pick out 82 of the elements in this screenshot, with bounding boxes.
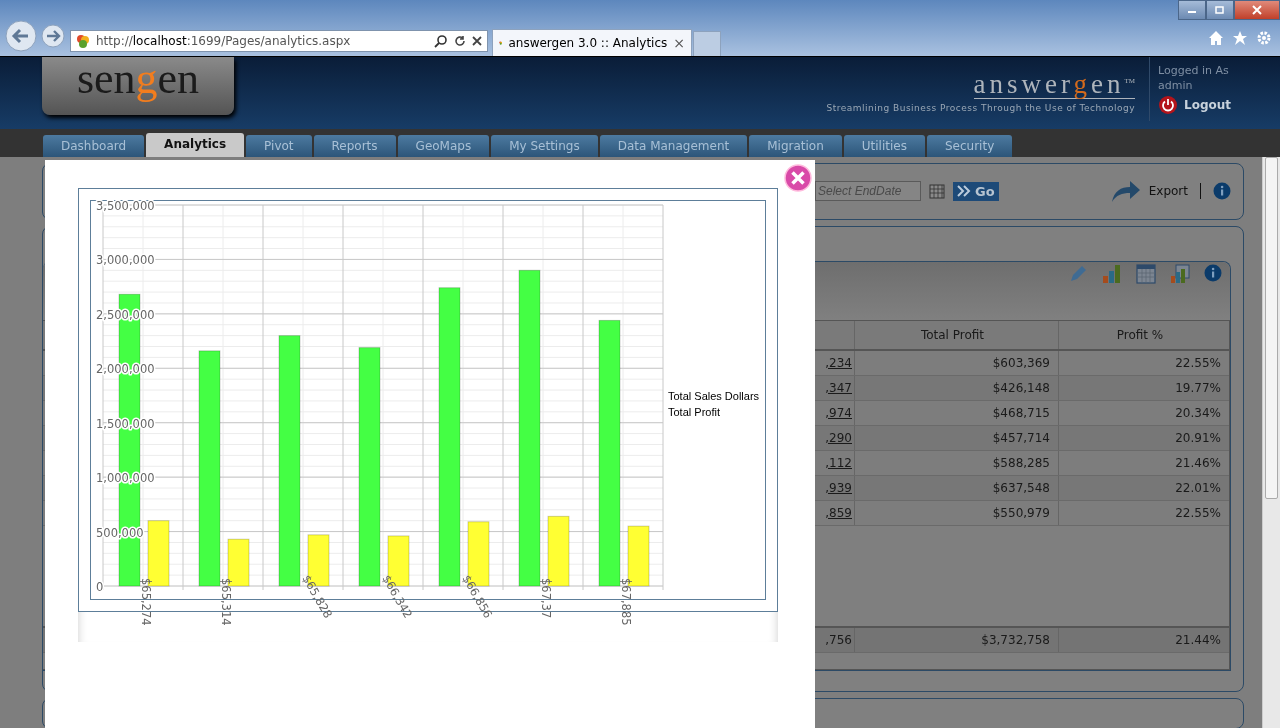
table-cell: $588,285	[855, 450, 1059, 475]
footer-cell: $3,732,758	[855, 627, 1059, 652]
star-icon[interactable]	[1232, 30, 1248, 46]
table-cell-text: 21.46%	[1174, 454, 1222, 472]
x-tick-label: $65,274	[139, 578, 153, 626]
nav-tab[interactable]: Dashboard	[43, 135, 145, 157]
table-cell: $468,715	[855, 400, 1059, 425]
table-cell: $603,369	[855, 350, 1059, 375]
end-date-field[interactable]: Select EndDate	[815, 181, 921, 202]
scroll-thumb[interactable]	[1265, 157, 1278, 499]
double-chevron-icon	[957, 185, 973, 198]
sales-link[interactable]: ,859	[825, 505, 852, 520]
home-icon[interactable]	[1208, 30, 1224, 46]
go-button[interactable]: Go	[953, 181, 999, 201]
table-cell: $550,979	[855, 500, 1059, 525]
maximize-button[interactable]	[1206, 0, 1234, 20]
address-bar[interactable]: http://localhost:1699/Pages/analytics.aspx	[70, 30, 488, 52]
column-header[interactable]: Total Profit	[855, 320, 1059, 349]
table-cell-text: 20.91%	[1174, 429, 1222, 447]
calendar-icon[interactable]	[1136, 263, 1156, 284]
chart-table-icon[interactable]	[1170, 263, 1190, 284]
sales-link[interactable]: ,347	[825, 380, 852, 395]
sales-link[interactable]: ,974	[825, 405, 852, 420]
site-icon	[76, 34, 90, 48]
nav-tab[interactable]: My Settings	[491, 135, 598, 157]
table-cell: $426,148	[855, 375, 1059, 400]
calendar-icon[interactable]	[929, 183, 945, 200]
forward-icon[interactable]	[40, 23, 66, 49]
sales-link[interactable]: ,112	[825, 455, 852, 470]
tab-close-button[interactable]: ×	[673, 35, 685, 51]
x-tick-label: $65,314	[219, 578, 233, 626]
table-cell: $637,548	[855, 475, 1059, 500]
nav-tab[interactable]: Migration	[749, 135, 842, 157]
legend-label: Total Profit	[668, 406, 720, 418]
tagline: Streamlining Business Process Through the Use of Technology	[826, 103, 1135, 113]
user-name: admin	[1158, 78, 1194, 93]
power-icon[interactable]	[1158, 95, 1178, 115]
browser-tab[interactable]: answergen 3.0 :: Analytics ×	[492, 29, 692, 56]
legend-label: Total Sales Dollars	[668, 390, 760, 402]
search-icon[interactable]	[434, 34, 448, 48]
footer-cell-text: 21.44%	[1174, 631, 1222, 649]
nav-tab[interactable]: Data Management	[599, 135, 748, 157]
table-cell-text: 20.34%	[1174, 404, 1222, 422]
sales-link[interactable]: ,290	[825, 430, 852, 445]
sales-link[interactable]: ,939	[825, 480, 852, 495]
info-icon[interactable]	[1204, 263, 1222, 282]
sales-link[interactable]: ,234	[825, 355, 852, 370]
logout-link[interactable]: Logout	[1184, 98, 1231, 112]
stop-icon[interactable]	[472, 36, 482, 46]
maximize-icon	[1215, 5, 1225, 15]
table-cell: $457,714	[855, 425, 1059, 450]
y-tick-label: 3,500,000	[96, 199, 155, 213]
brand-logo: answergen$^{TM}$	[973, 67, 1135, 99]
table-cell-text: 22.55%	[1174, 504, 1222, 522]
scrollbar[interactable]	[1262, 157, 1280, 728]
table-cell-text: 19.77%	[1174, 379, 1222, 397]
x-tick-label: $67,37	[539, 578, 553, 619]
table-cell-text: 22.01%	[1174, 479, 1222, 497]
tab-title: answergen 3.0 :: Analytics	[508, 36, 668, 50]
nav-tab[interactable]: Reports	[313, 135, 396, 157]
nav-tab[interactable]: GeoMaps	[397, 135, 490, 157]
info-icon[interactable]	[1213, 182, 1231, 201]
refresh-icon[interactable]	[454, 35, 466, 47]
close-dialog-button[interactable]	[784, 164, 812, 192]
minimize-button[interactable]	[1178, 0, 1206, 20]
logged-in-label: Logged in As	[1158, 63, 1230, 78]
y-tick-label: 3,000,000	[96, 253, 155, 268]
settings-icon[interactable]	[1256, 30, 1272, 46]
y-tick-label: 0	[96, 580, 104, 594]
export-link[interactable]: Export	[1148, 184, 1188, 199]
x-tick-label: $67,885	[619, 578, 633, 626]
nav-tab[interactable]: Pivot	[246, 135, 312, 157]
table-cell-text: 22.55%	[1174, 354, 1222, 372]
nav-tab[interactable]: Analytics	[146, 133, 245, 157]
logo: sengen	[42, 57, 234, 115]
nav-tab[interactable]: Security	[926, 135, 1013, 157]
close-button[interactable]	[1234, 0, 1280, 20]
nav-tab[interactable]: Utilities	[843, 135, 925, 157]
column-header[interactable]: Profit %	[1059, 320, 1229, 349]
url-text: http://localhost:1699/Pages/analytics.aspx	[96, 34, 352, 48]
back-icon[interactable]	[4, 19, 38, 53]
close-icon	[1252, 5, 1262, 15]
